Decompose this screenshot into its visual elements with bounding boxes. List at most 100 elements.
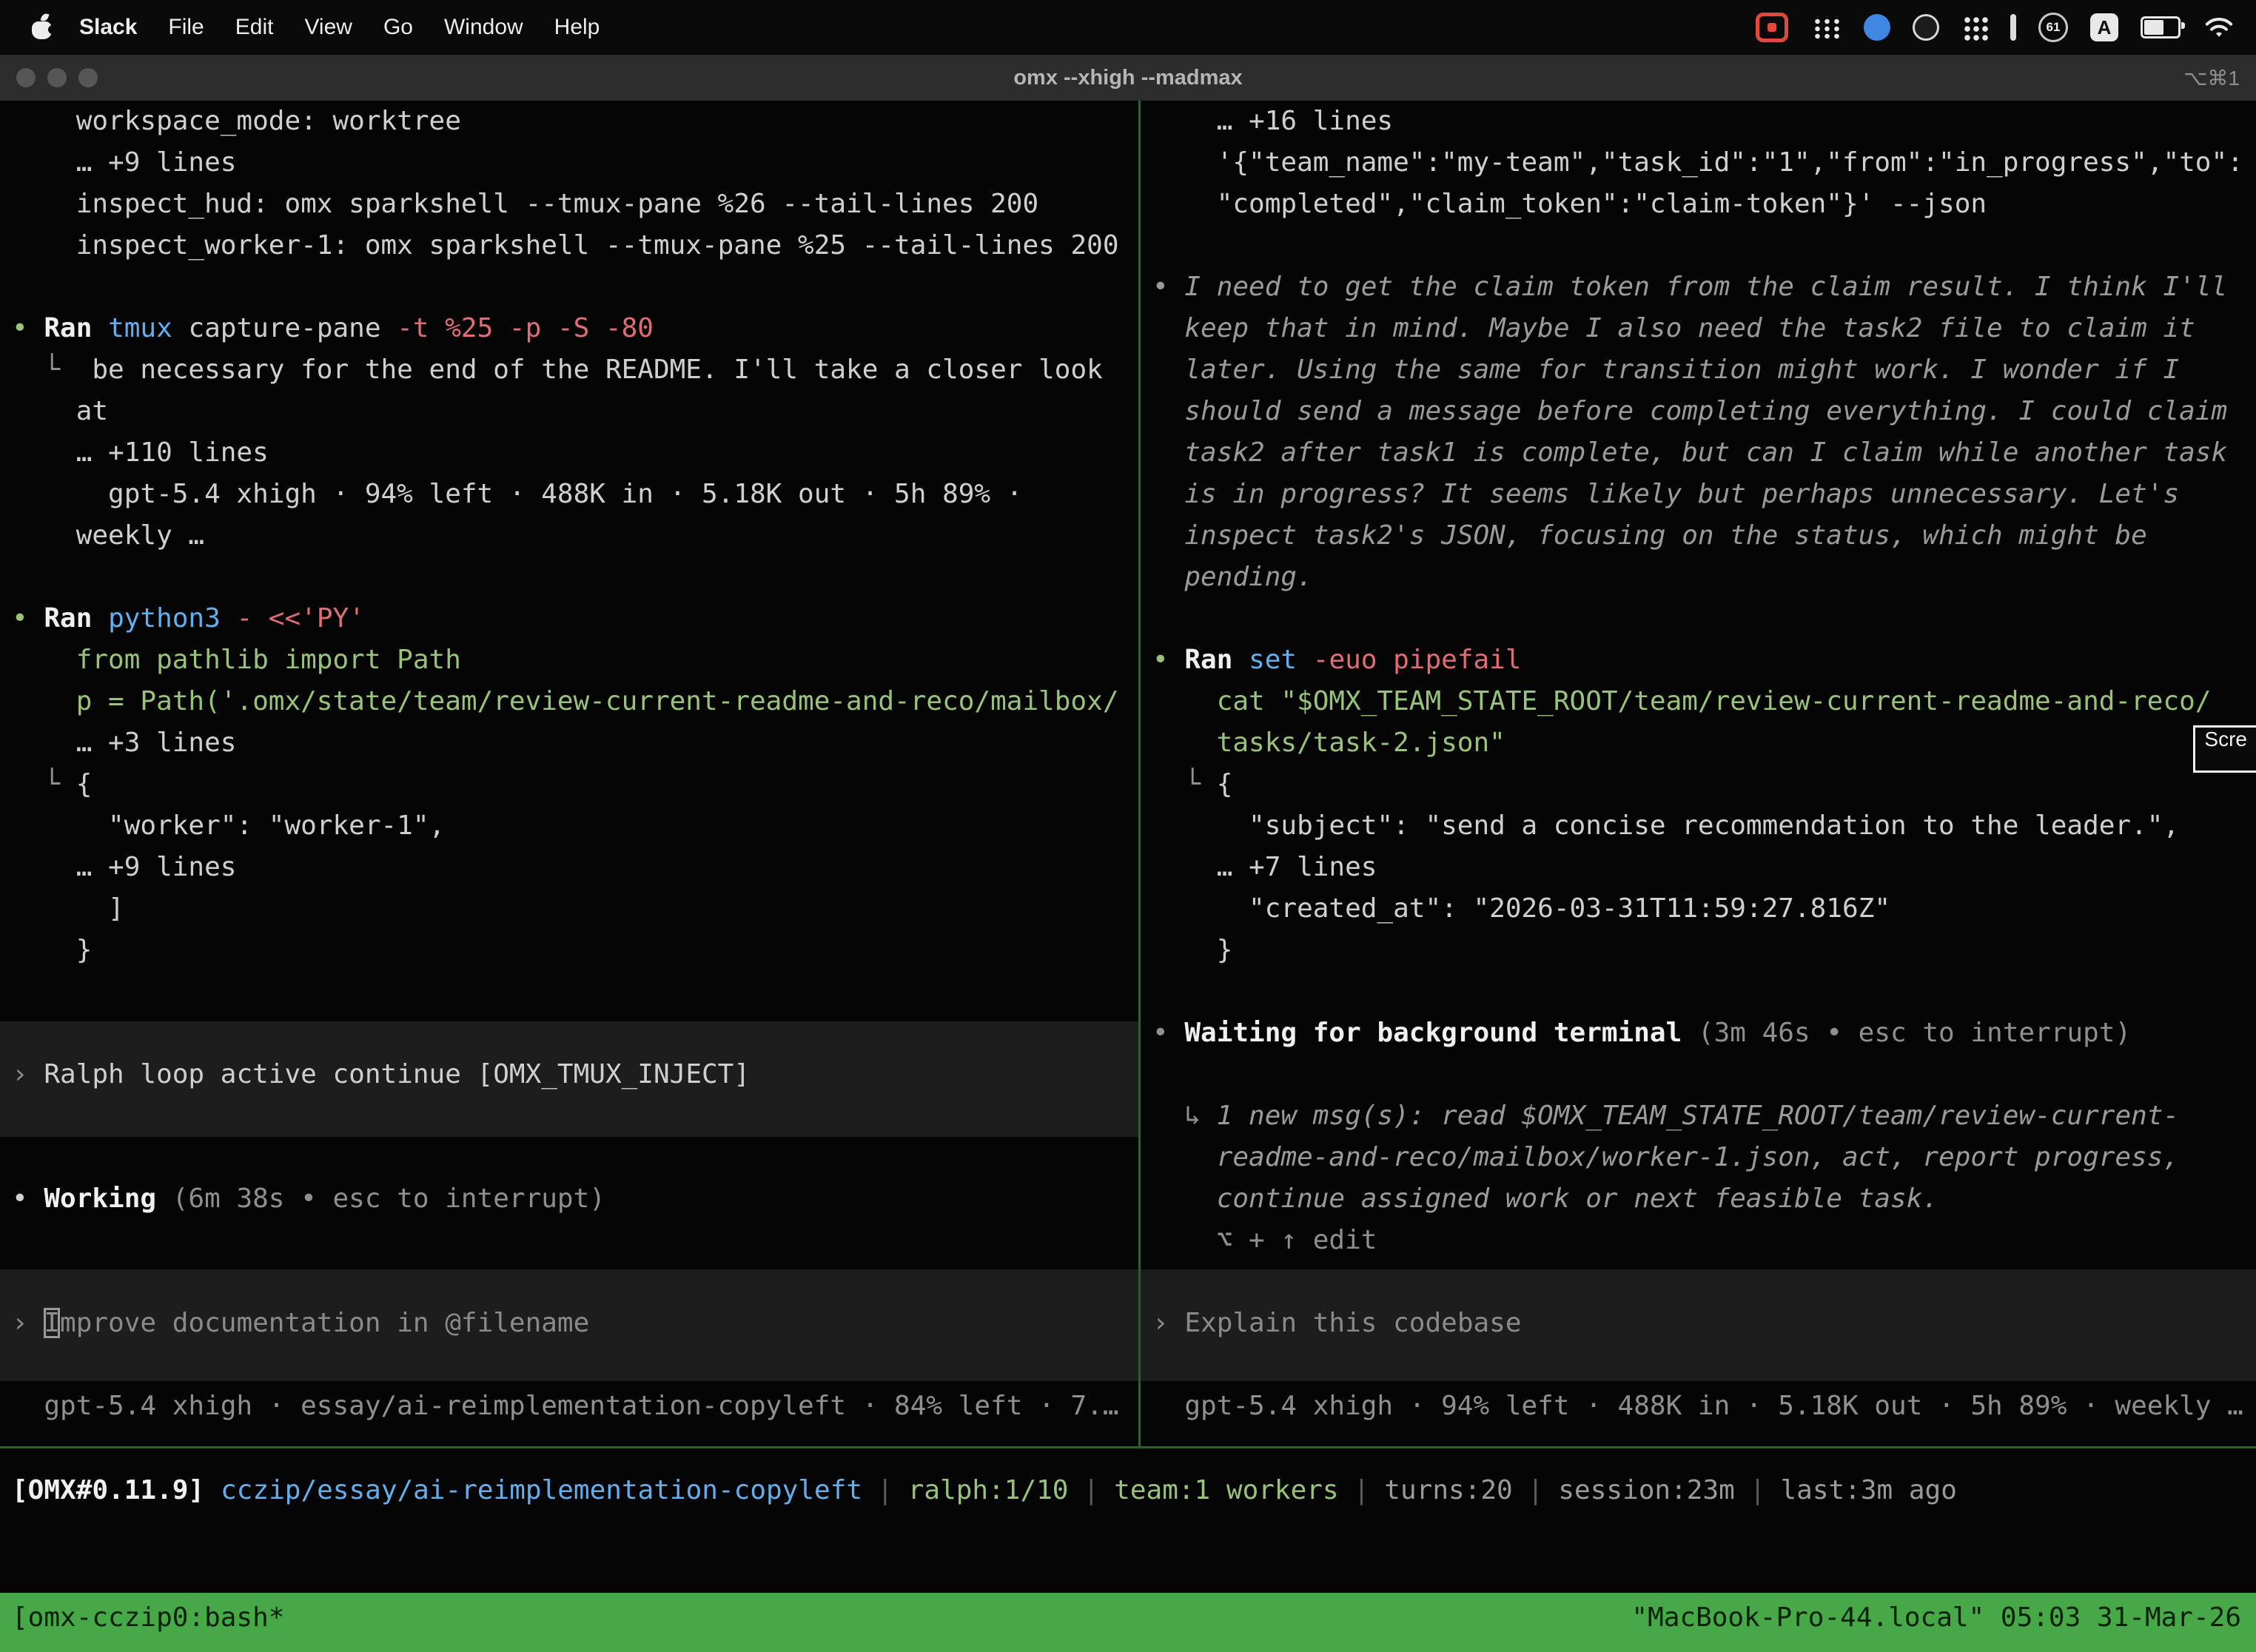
text-segment: •: [1152, 1018, 1184, 1048]
text-segment: ›: [1152, 1308, 1184, 1338]
terminal-line: "subject": "send a concise recommendatio…: [1152, 805, 2256, 847]
text-segment: ⌥ + ↑ edit: [1152, 1225, 1377, 1255]
window-shortcut-hint: ⌥⌘1: [2183, 66, 2240, 90]
screen: Slack File Edit View Go Window Help 61 A: [0, 0, 2256, 1652]
text-segment: }: [1152, 935, 1232, 965]
keyboard-grid-icon[interactable]: [1810, 16, 1842, 38]
right-pane[interactable]: … +16 lines '{"team_name":"my-team","tas…: [1141, 101, 2256, 1446]
menu-edit[interactable]: Edit: [220, 15, 289, 40]
omx-status-line: [OMX#0.11.9]cczip/essay/ai-reimplementat…: [0, 1470, 2256, 1511]
text-segment: '{"team_name":"my-team","task_id":"1","f…: [1152, 147, 2243, 178]
menu-file[interactable]: File: [152, 15, 219, 40]
menu-view[interactable]: View: [289, 15, 367, 40]
screen-record-icon[interactable]: [1756, 13, 1788, 42]
menu-go[interactable]: Go: [368, 15, 429, 40]
text-segment: •: [12, 603, 44, 634]
terminal-line: inspect task2's JSON, focusing on the st…: [1152, 515, 2256, 557]
terminal-line: [12, 1013, 1138, 1054]
menu-help[interactable]: Help: [539, 15, 616, 40]
terminal-line: [12, 1137, 1138, 1178]
text-segment: └: [1152, 769, 1217, 799]
terminal-line: └ {: [1152, 764, 2256, 805]
text-segment: • I need to get the claim token from the…: [1152, 272, 2227, 302]
wifi-icon-glyph: [2203, 15, 2235, 40]
text-segment: continue assigned work or next feasible …: [1152, 1183, 1938, 1214]
terminal-line: cat "$OMX_TEAM_STATE_ROOT/team/review-cu…: [1152, 681, 2256, 722]
separator: |: [1083, 1475, 1099, 1505]
wifi-icon[interactable]: [2203, 15, 2235, 40]
terminal-line: pending.: [1152, 557, 2256, 598]
text-segment: … +16 lines: [1152, 106, 1393, 136]
gauge-value: 61: [2047, 20, 2061, 35]
text-segment: gpt-5.4 xhigh · 94% left · 488K in · 5.1…: [12, 479, 1022, 509]
terminal-line: … +110 lines: [12, 432, 1138, 474]
terminal-line: ⌥ + ↑ edit: [1152, 1220, 2256, 1261]
terminal-line: }: [1152, 930, 2256, 971]
text-segment: inspect_worker-1: omx sparkshell --tmux-…: [12, 230, 1119, 261]
terminal-line: • Ran set -euo pipefail: [1152, 639, 2256, 681]
terminal-line: keep that in mind. Maybe I also need the…: [1152, 308, 2256, 349]
text-segment: └: [12, 769, 76, 799]
terminal-line: p = Path('.omx/state/team/review-current…: [12, 681, 1138, 722]
text-segment: from pathlib import Path: [12, 645, 461, 675]
terminal-line: '{"team_name":"my-team","task_id":"1","f…: [1152, 142, 2256, 184]
terminal-line: [12, 1220, 1138, 1261]
terminal-line: }: [12, 930, 1138, 971]
terminal-line: └ {: [12, 764, 1138, 805]
terminal-line: [12, 971, 1138, 1013]
terminal-line: ]: [12, 888, 1138, 930]
text-segment: Working: [44, 1183, 172, 1214]
gauge-icon[interactable]: 61: [2038, 13, 2068, 42]
text-segment: Ran: [44, 313, 108, 343]
terminal-line: • Working (6m 38s • esc to interrupt): [12, 1178, 1138, 1220]
app-grid-icon[interactable]: [1961, 14, 1988, 41]
menu-window[interactable]: Window: [429, 15, 539, 40]
terminal-line: readme-and-reco/mailbox/worker-1.json, a…: [1152, 1137, 2256, 1178]
text-segment: gpt-5.4 xhigh · 94% left · 488K in · 5.1…: [1152, 1391, 2243, 1421]
terminal-line: … +16 lines: [1152, 101, 2256, 142]
input-source-icon[interactable]: A: [2090, 13, 2118, 41]
terminal-line: … +9 lines: [12, 847, 1138, 888]
left-pane[interactable]: workspace_mode: worktree … +9 lines insp…: [0, 101, 1138, 1446]
screen-overlay: Scre: [2193, 725, 2256, 773]
window-title: omx --xhigh --madmax: [0, 66, 2256, 90]
terminal-line: [1152, 1344, 2256, 1386]
menu-bar: Slack File Edit View Go Window Help 61 A: [0, 0, 2256, 55]
text-segment: cat "$OMX_TEAM_STATE_ROOT/team/review-cu…: [1152, 686, 2211, 716]
text-segment: (3m 46s • esc to interrupt): [1698, 1018, 2131, 1048]
right-pane-lines: … +16 lines '{"team_name":"my-team","tas…: [1141, 101, 2256, 1427]
text-segment: readme-and-reco/mailbox/worker-1.json, a…: [1152, 1142, 2179, 1172]
block-cursor: I: [44, 1308, 60, 1338]
terminal-line: "completed","claim_token":"claim-token"}…: [1152, 184, 2256, 225]
text-segment: be necessary for the end of the README. …: [92, 355, 1102, 385]
text-segment: -t %25 -p -S -80: [397, 313, 654, 343]
apple-menu-icon[interactable]: [31, 15, 53, 40]
terminal-line: ↳ 1 new msg(s): read $OMX_TEAM_STATE_ROO…: [1152, 1095, 2256, 1137]
text-segment: 1 new msg(s): read $OMX_TEAM_STATE_ROOT/…: [1217, 1101, 2179, 1131]
text-segment: Ran: [44, 603, 108, 634]
text-segment: -euo pipefail: [1313, 645, 1522, 675]
text-segment: {: [76, 769, 93, 799]
text-segment: "worker": "worker-1",: [12, 810, 445, 841]
tmux-session-name[interactable]: [omx-cczip0:bash*: [12, 1597, 284, 1639]
dark-circle-icon[interactable]: [1913, 14, 1939, 41]
window-title-bar: omx --xhigh --madmax ⌥⌘1: [0, 55, 2256, 101]
slim-status-icon[interactable]: [2010, 14, 2016, 41]
terminal-line: "created_at": "2026-03-31T11:59:27.816Z": [1152, 888, 2256, 930]
omx-team-workers: team:1 workers: [1114, 1475, 1338, 1505]
menu-app-name[interactable]: Slack: [64, 15, 152, 40]
battery-icon[interactable]: [2141, 16, 2181, 38]
text-segment: }: [12, 935, 92, 965]
text-segment: p = Path('.omx/state/team/review-current…: [12, 686, 1119, 716]
text-segment: ›: [12, 1308, 44, 1338]
text-segment: later. Using the same for transition mig…: [1152, 355, 2179, 385]
text-segment: "completed","claim_token":"claim-token"}…: [1152, 189, 1987, 219]
terminal-line: › Improve documentation in @filename: [12, 1303, 1138, 1344]
pane-divider-horizontal: [0, 1446, 2256, 1448]
blue-app-icon[interactable]: [1864, 14, 1890, 41]
terminal-line: … +3 lines: [12, 722, 1138, 764]
terminal-line: [1152, 225, 2256, 266]
text-segment: "created_at": "2026-03-31T11:59:27.816Z": [1152, 893, 1890, 924]
omx-last-activity: last:3m ago: [1780, 1475, 1956, 1505]
omx-turns: turns:20: [1384, 1475, 1512, 1505]
